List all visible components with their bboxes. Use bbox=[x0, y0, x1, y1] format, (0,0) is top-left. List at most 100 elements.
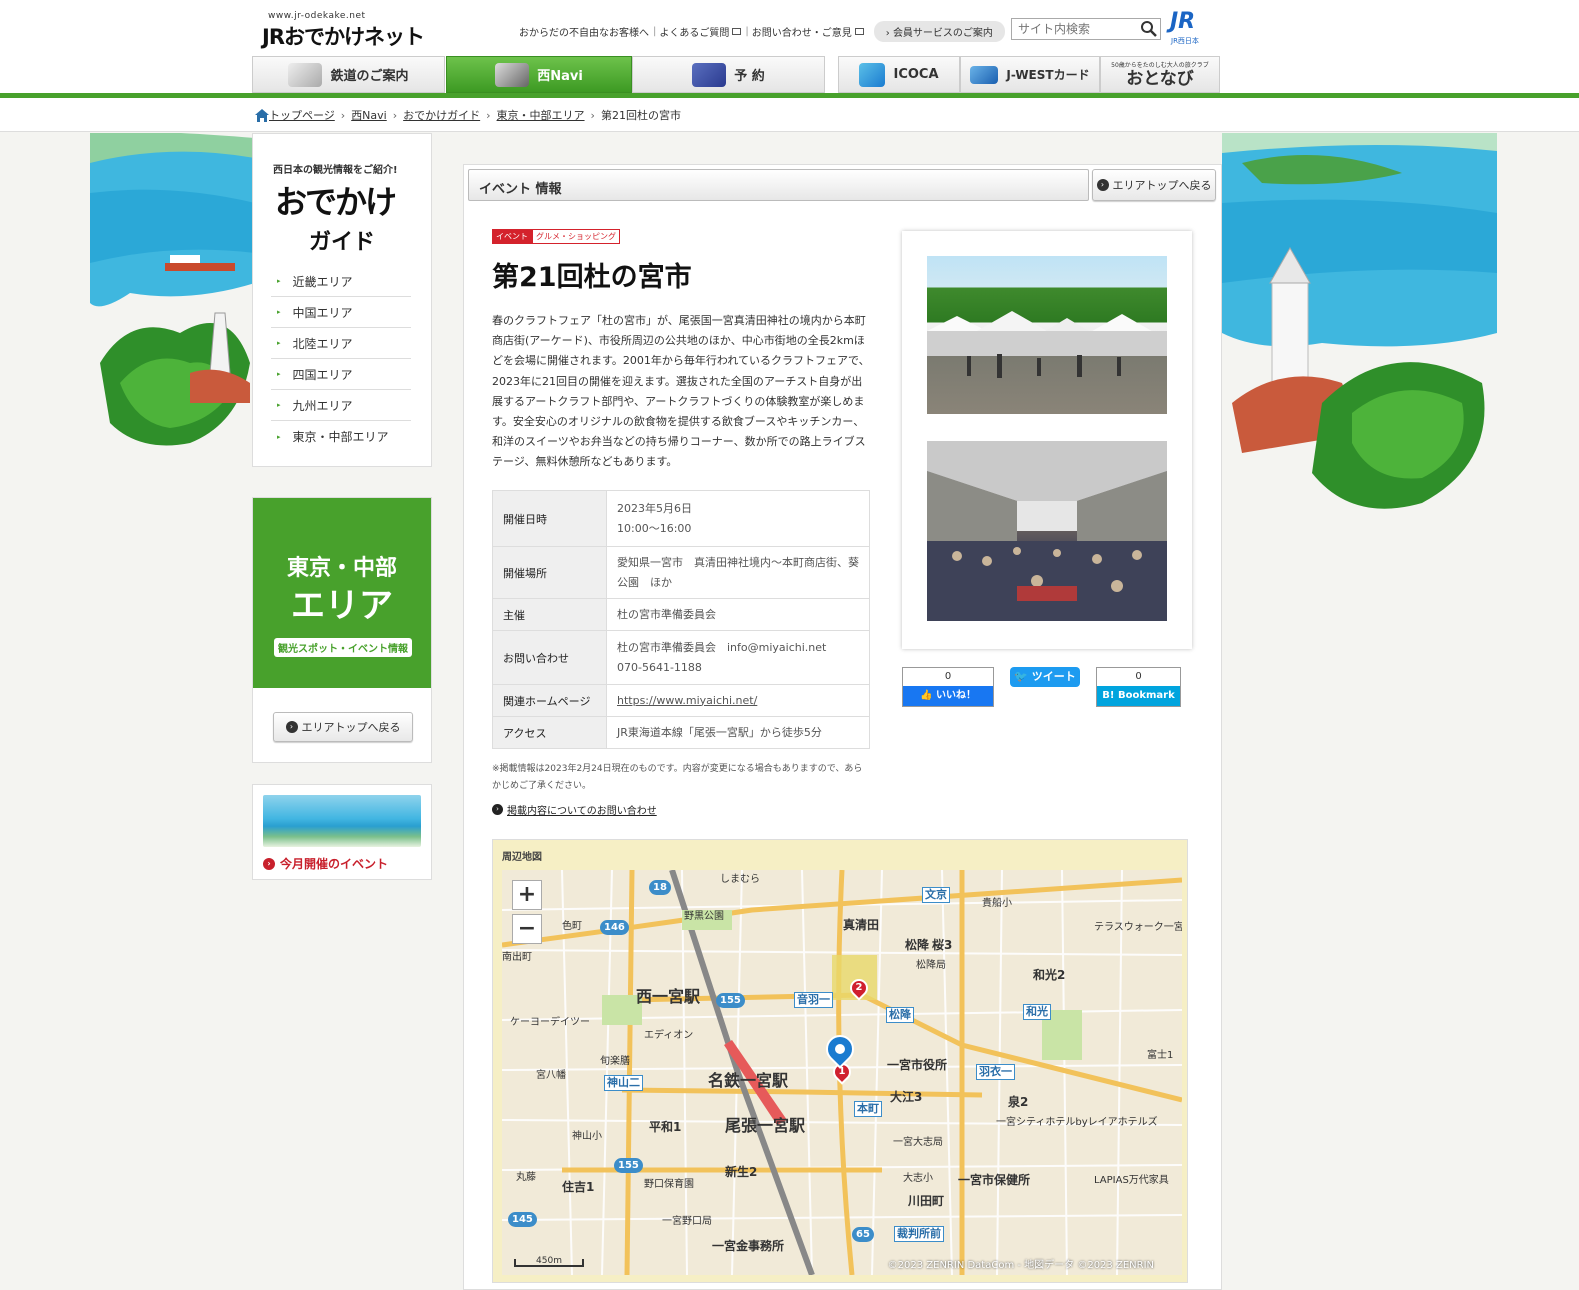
map-district-label: 羽衣一 bbox=[976, 1064, 1015, 1080]
member-service-label: 会員サービスのご案内 bbox=[892, 28, 993, 39]
category-tags: イベント グルメ・ショッピング bbox=[492, 229, 620, 244]
area-nav-kyushu[interactable]: ▸ 九州エリア bbox=[271, 390, 411, 421]
arrow-right-icon: › bbox=[285, 721, 298, 733]
right-lighthouse-illustration bbox=[1222, 133, 1497, 509]
main-area-top-button[interactable]: › エリアトップへ戻る bbox=[1092, 169, 1216, 201]
area-nav-kinki[interactable]: ▸ 近畿エリア bbox=[271, 266, 411, 297]
month-event-label: 今月開催のイベント bbox=[280, 857, 389, 871]
map-place: 一宮市役所 bbox=[887, 1058, 948, 1072]
external-link-icon bbox=[854, 28, 864, 35]
nav-tab-reservation[interactable]: 予 約 bbox=[632, 56, 825, 93]
area-nav-hokuriku[interactable]: ▸ 北陸エリア bbox=[271, 328, 411, 359]
inquiry-link-label[interactable]: 掲載内容についてのお問い合わせ bbox=[507, 802, 657, 817]
month-event-panel[interactable]: › 今月開催のイベント bbox=[252, 784, 432, 880]
area-nav-label: 中国エリア bbox=[292, 305, 353, 320]
faq-link[interactable]: よくあるご質問 bbox=[659, 24, 742, 39]
facebook-like-button[interactable]: 👍 いいね！ bbox=[903, 686, 993, 706]
info-value: JR東海道本線「尾張一宮駅」から徒歩5分 bbox=[606, 716, 870, 749]
area-nav-chugoku[interactable]: ▸ 中国エリア bbox=[271, 297, 411, 328]
nav-tab-railway[interactable]: 鉄道のご案内 bbox=[252, 56, 445, 93]
area-banner[interactable]: 東京・中部 エリア 観光スポット・イベント情報 bbox=[253, 498, 431, 688]
breadcrumb-link-top[interactable]: トップページ bbox=[269, 107, 335, 123]
member-service-button[interactable]: › 会員サービスのご案内 bbox=[873, 21, 1005, 42]
card-icon bbox=[970, 65, 999, 84]
nav-tab-otonavi[interactable]: 50歳からをたのしむ大人の旅クラブ おとなび bbox=[1100, 56, 1220, 93]
train-icon bbox=[288, 62, 323, 87]
tweet-button[interactable]: 🐦 ツイート bbox=[1010, 667, 1080, 687]
hatena-bookmark-button[interactable]: B! Bookmark bbox=[1097, 686, 1180, 706]
info-label: 開催日時 bbox=[492, 490, 607, 547]
area-nav-label: 近畿エリア bbox=[292, 274, 353, 289]
route-number-badge: 146 bbox=[600, 920, 629, 935]
divider: | bbox=[745, 26, 749, 37]
site-search-input[interactable] bbox=[1011, 18, 1161, 40]
nav-tab-jwest-card[interactable]: J-WESTカード bbox=[960, 56, 1100, 93]
hatena-bookmark-label: Bookmark bbox=[1117, 690, 1175, 701]
tag-gourmet: グルメ・ショッピング bbox=[532, 229, 620, 244]
section-title: イベント 情報 bbox=[479, 182, 562, 197]
breadcrumb-link-nishinavi[interactable]: 西Navi bbox=[351, 107, 387, 123]
icoca-icon bbox=[859, 62, 886, 87]
logo-url: www.jr-odekake.net bbox=[268, 11, 366, 21]
map-place: 富士1 bbox=[1147, 1050, 1174, 1061]
page: www.jr-odekake.net JRおでかけネット おからだの不自由なお客… bbox=[0, 0, 1579, 1290]
guide-title[interactable]: おでかけ bbox=[275, 186, 397, 218]
map-place: 色町 bbox=[562, 921, 582, 932]
map-district-label: 文京 bbox=[922, 887, 950, 903]
breadcrumb-link-guide[interactable]: おでかけガイド bbox=[403, 107, 480, 123]
map-district-label: 裁判所前 bbox=[894, 1226, 944, 1242]
twitter-bird-icon: 🐦 bbox=[1014, 670, 1028, 683]
map-district-label: 和光 bbox=[1023, 1004, 1051, 1020]
route-number-badge: 18 bbox=[649, 880, 671, 895]
hatena-bookmark-widget[interactable]: 0 B! Bookmark bbox=[1096, 667, 1181, 707]
map-place: しまむら bbox=[720, 874, 760, 885]
breadcrumb-link-area[interactable]: 東京・中部エリア bbox=[497, 107, 585, 123]
breadcrumb-separator: › bbox=[392, 108, 398, 122]
map-zoom-in[interactable]: + bbox=[512, 880, 542, 910]
inquiry-link[interactable]: › 掲載内容についてのお問い合わせ bbox=[492, 802, 657, 817]
route-number-badge: 155 bbox=[614, 1158, 643, 1173]
nav-tab-icoca[interactable]: ICOCA bbox=[838, 56, 960, 93]
map-place: 神山小 bbox=[572, 1131, 602, 1142]
month-event-link[interactable]: › 今月開催のイベント bbox=[263, 855, 388, 872]
area-banner-panel: 東京・中部 エリア 観光スポット・イベント情報 › エリアトップへ戻る bbox=[252, 497, 432, 763]
map-place: 貴船小 bbox=[982, 898, 1012, 909]
hatena-count: 0 bbox=[1135, 671, 1142, 682]
jr-logo-sub: JR西日本 bbox=[1171, 37, 1199, 45]
otonavi-logo: おとなび bbox=[1126, 68, 1194, 89]
sidebar-area-top-button[interactable]: › エリアトップへ戻る bbox=[273, 712, 413, 742]
map-place: 一宮野口局 bbox=[662, 1216, 712, 1227]
area-nav-label: 四国エリア bbox=[292, 367, 353, 382]
jr-odekake-logo[interactable]: www.jr-odekake.net JRおでかけネット bbox=[262, 10, 442, 49]
chevron-right-icon: ▸ bbox=[277, 370, 281, 378]
utility-links: おからだの不自由なお客様へ | よくあるご質問 | お問い合わせ・ご意見 › 会… bbox=[519, 21, 1005, 42]
info-label: お問い合わせ bbox=[492, 630, 607, 685]
map-district-label: 音羽一 bbox=[794, 992, 833, 1008]
nav-tab-jwest-card-label: J-WESTカード bbox=[1006, 68, 1090, 82]
contact-link[interactable]: お問い合わせ・ご意見 bbox=[752, 24, 864, 39]
area-nav-tokyo-chubu[interactable]: ▸ 東京・中部エリア bbox=[271, 421, 411, 452]
map-place: 名鉄一宮駅 bbox=[708, 1071, 789, 1090]
nav-tab-nishinavi[interactable]: 西Navi bbox=[446, 56, 632, 93]
jr-west-logo[interactable]: JR JR西日本 bbox=[1167, 11, 1211, 46]
map-place: 一宮金事務所 bbox=[712, 1239, 785, 1253]
info-label: アクセス bbox=[492, 716, 607, 749]
photo-arcade-illustration bbox=[927, 441, 1167, 621]
search-icon[interactable] bbox=[1140, 20, 1158, 38]
map-district-label: 本町 bbox=[854, 1101, 882, 1117]
homepage-link[interactable]: https://www.miyaichi.net/ bbox=[617, 694, 757, 707]
table-row: 関連ホームページ https://www.miyaichi.net/ bbox=[492, 684, 870, 717]
odekake-guide-panel: 西日本の観光情報をご紹介! おでかけ ガイド ▸ 近畿エリア ▸ 中国エリア ▸ 北陸… bbox=[252, 133, 432, 467]
area-banner-subtitle: 観光スポット・イベント情報 bbox=[274, 638, 412, 657]
nav-tab-icoca-label: ICOCA bbox=[893, 67, 939, 82]
area-map[interactable]: + − 西一宮駅 名鉄一宮駅 尾張一宮駅 真清田 松降 和光2 一宮市役所 大江… bbox=[502, 870, 1182, 1275]
accessibility-link[interactable]: おからだの不自由なお客様へ bbox=[519, 24, 649, 39]
chevron-right-icon: ▸ bbox=[277, 401, 281, 409]
info-value: 2023年5月6日 10:00～16:00 bbox=[606, 490, 870, 547]
facebook-like-widget[interactable]: 0 👍 いいね！ bbox=[902, 667, 994, 707]
arrow-right-icon: › bbox=[263, 857, 275, 870]
area-nav-shikoku[interactable]: ▸ 四国エリア bbox=[271, 359, 411, 390]
map-place: 和光2 bbox=[1033, 968, 1066, 982]
map-zoom-out[interactable]: − bbox=[512, 914, 542, 944]
area-nav-label: 東京・中部エリア bbox=[292, 430, 389, 444]
